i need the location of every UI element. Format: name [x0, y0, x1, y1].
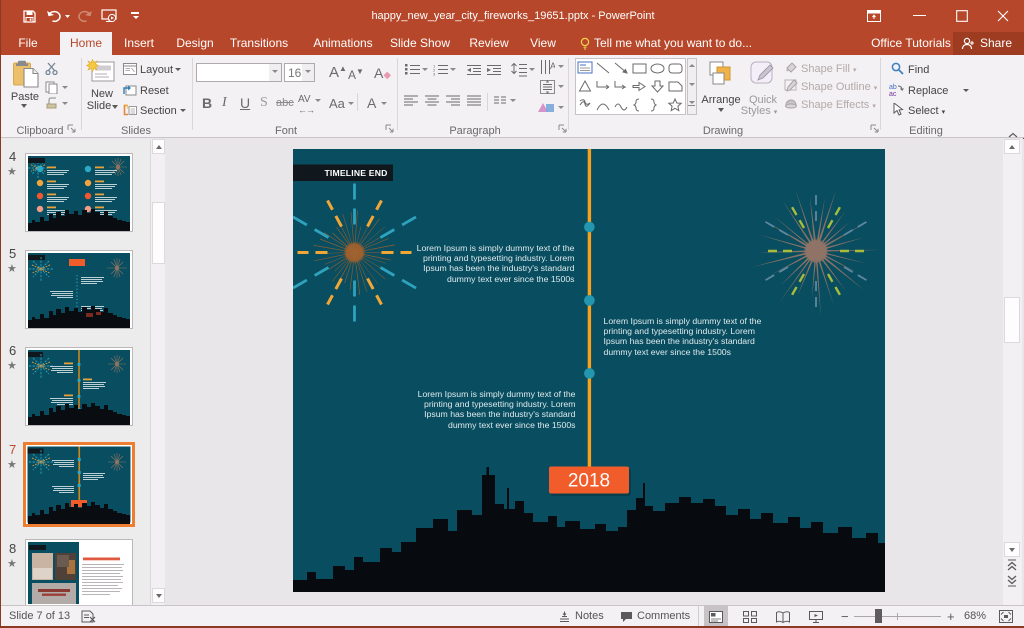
svg-text:ac: ac [889, 91, 897, 96]
svg-text:TIMELINE END: TIMELINE END [324, 168, 387, 178]
svg-text:3: 3 [433, 72, 436, 77]
svg-text:ab: ab [889, 84, 897, 91]
svg-text:2018: 2018 [568, 471, 610, 492]
svg-text:A: A [550, 61, 555, 71]
